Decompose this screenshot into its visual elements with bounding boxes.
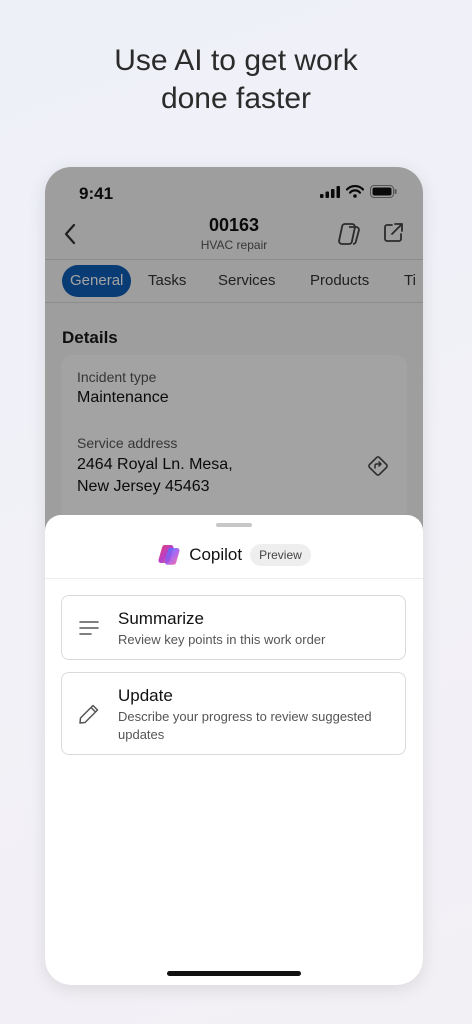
copilot-header: Copilot Preview (45, 541, 423, 569)
preview-badge: Preview (250, 544, 311, 566)
sheet-grabber[interactable] (216, 523, 252, 527)
update-title: Update (118, 686, 173, 705)
pencil-icon (79, 704, 99, 724)
home-indicator (167, 971, 301, 976)
headline: Use AI to get work done faster (0, 42, 472, 118)
update-option[interactable]: Update Describe your progress to review … (61, 672, 406, 755)
sheet-divider (45, 578, 423, 579)
copilot-bottom-sheet: Copilot Preview Summarize Review key poi… (45, 515, 423, 985)
update-description: Describe your progress to review suggest… (118, 709, 372, 742)
phone-frame: 9:41 00163 HVAC repair General Tasks Ser… (45, 167, 423, 985)
copilot-logo-icon (158, 545, 180, 565)
summarize-title: Summarize (118, 609, 204, 628)
headline-line-1: Use AI to get work (114, 44, 358, 77)
headline-line-2: done faster (160, 82, 312, 115)
summarize-option[interactable]: Summarize Review key points in this work… (61, 595, 406, 660)
lines-icon (79, 621, 99, 635)
summarize-description: Review key points in this work order (118, 632, 326, 647)
copilot-title: Copilot (189, 545, 243, 564)
